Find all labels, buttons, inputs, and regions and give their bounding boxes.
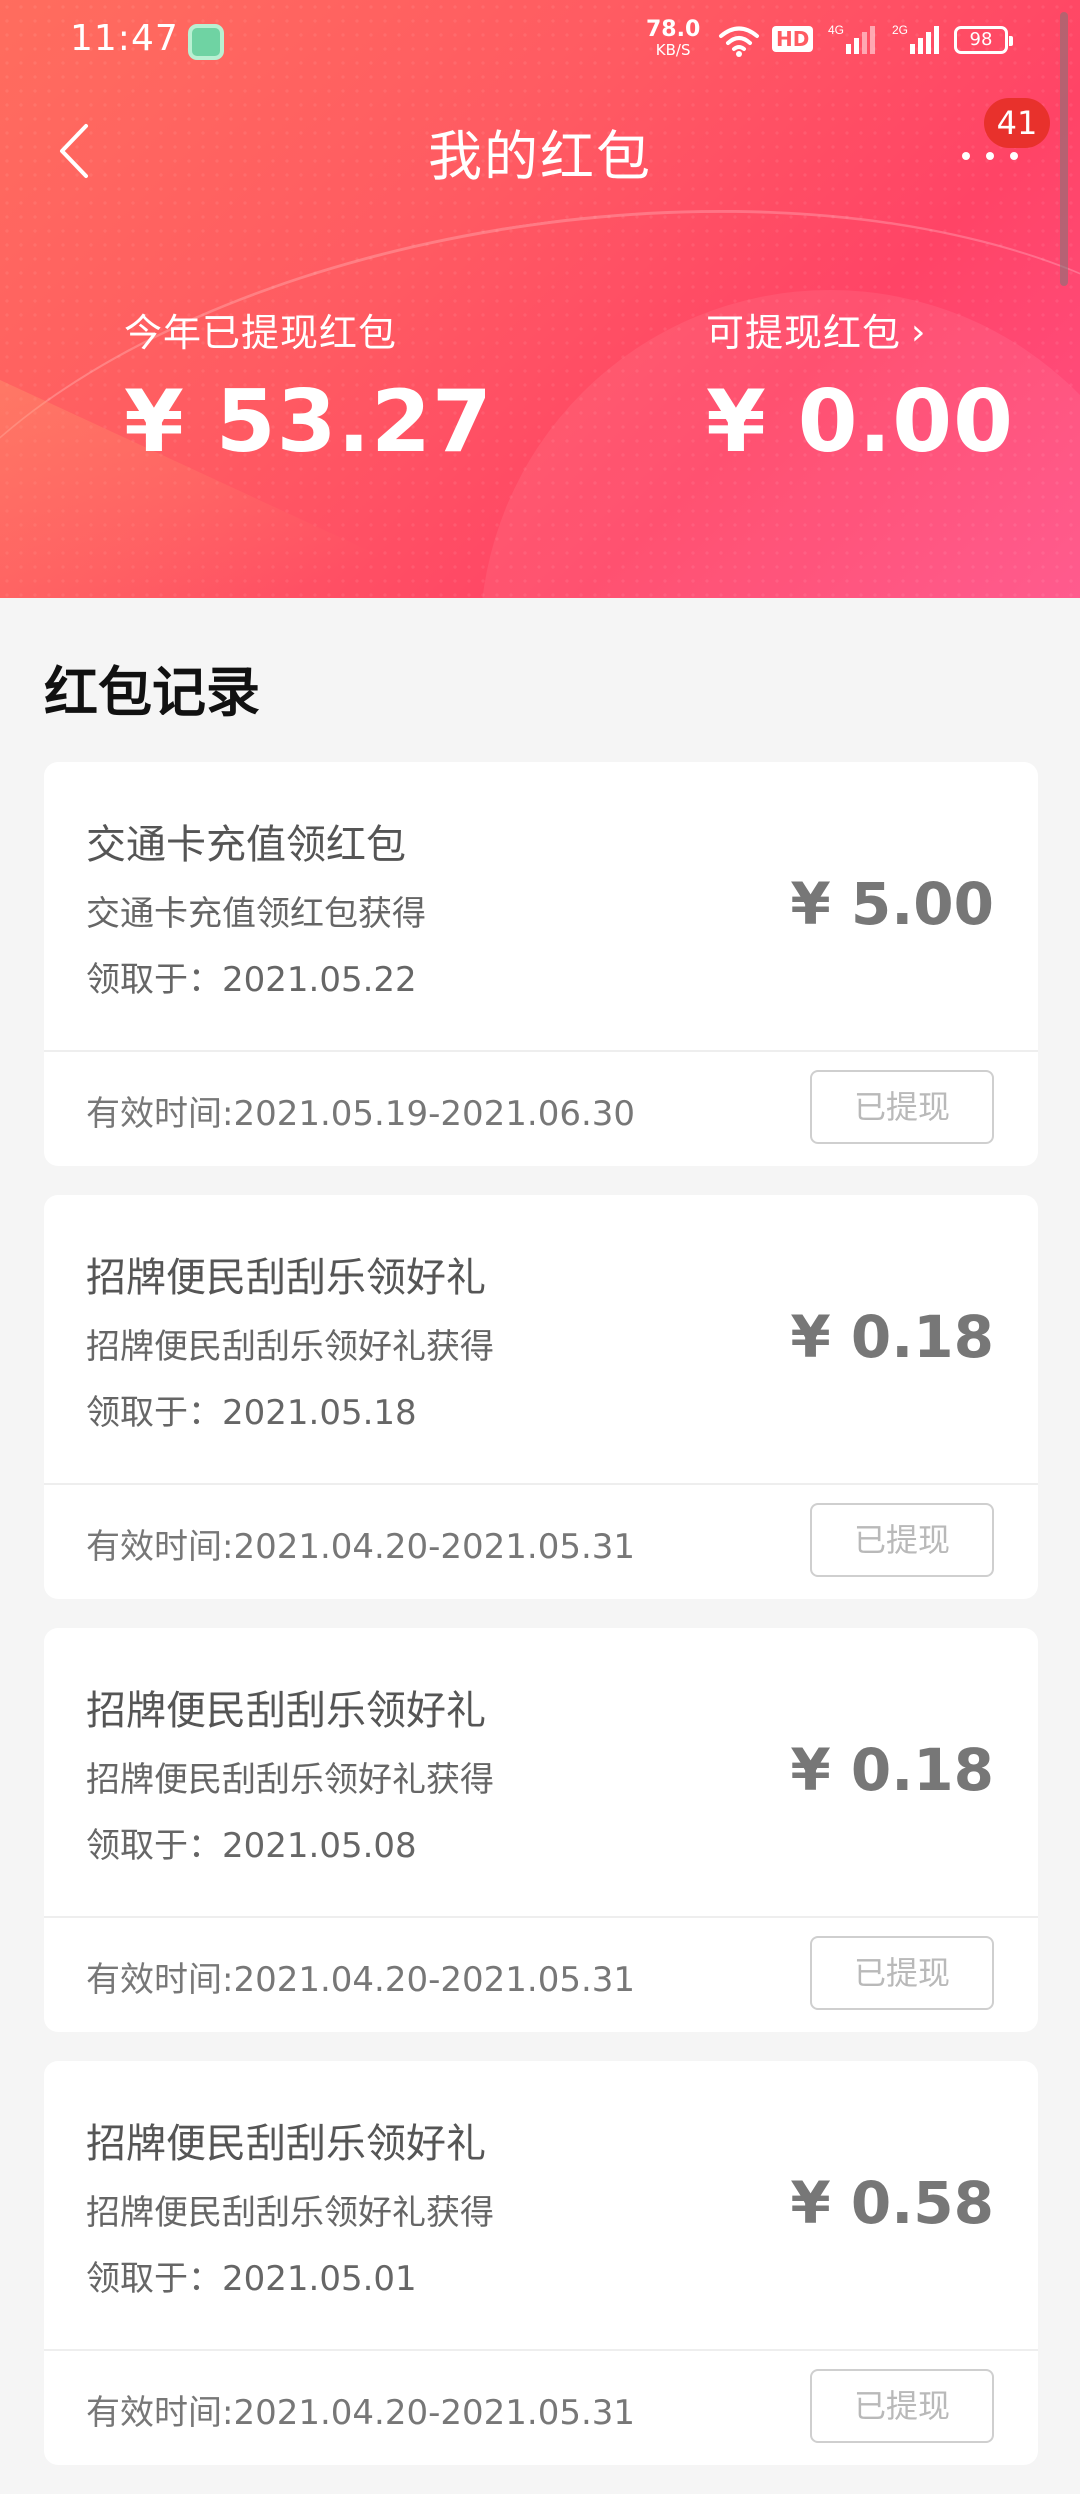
notification-badge: 41 — [984, 98, 1050, 148]
divider — [44, 1483, 1038, 1485]
record-date: 领取于：2021.05.08 — [86, 1826, 417, 1866]
available-label: 可提现红包 — [706, 311, 902, 355]
app-notification-icon — [188, 24, 224, 60]
withdrawn-button[interactable]: 已提现 — [810, 1070, 994, 1144]
record-card[interactable]: 招牌便民刮刮乐领好礼 招牌便民刮刮乐领好礼获得 领取于：2021.05.01 ¥… — [44, 2061, 1038, 2465]
available-value: ¥ 0.00 — [706, 372, 1014, 472]
net-speed: 78.0 KB/S — [646, 17, 701, 60]
divider — [44, 1050, 1038, 1052]
signal-4g-icon: 4G — [828, 22, 876, 62]
net-speed-value: 78.0 — [646, 17, 701, 42]
withdrawn-button[interactable]: 已提现 — [810, 1503, 994, 1577]
record-title: 招牌便民刮刮乐领好礼 — [86, 1255, 486, 1301]
page-title: 我的红包 — [428, 125, 652, 188]
withdrawn-label: 今年已提现红包 — [124, 311, 398, 355]
section-title: 红包记录 — [44, 661, 260, 724]
record-valid-period: 有效时间:2021.04.20-2021.05.31 — [86, 2393, 636, 2433]
record-subtitle: 招牌便民刮刮乐领好礼获得 — [86, 1760, 494, 1800]
record-card[interactable]: 交通卡充值领红包 交通卡充值领红包获得 领取于：2021.05.22 ¥ 5.0… — [44, 762, 1038, 1166]
divider — [44, 2349, 1038, 2351]
record-title: 招牌便民刮刮乐领好礼 — [86, 1688, 486, 1734]
signal-4g-label: 4G — [828, 23, 844, 37]
record-amount: ¥ 5.00 — [790, 870, 994, 938]
chevron-right-icon: › — [911, 312, 927, 353]
wifi-icon — [719, 26, 759, 57]
record-valid-period: 有效时间:2021.05.19-2021.06.30 — [86, 1094, 636, 1134]
signal-2g-label: 2G — [892, 23, 908, 37]
record-valid-period: 有效时间:2021.04.20-2021.05.31 — [86, 1527, 636, 1567]
record-date: 领取于：2021.05.22 — [86, 960, 417, 1000]
record-card[interactable]: 招牌便民刮刮乐领好礼 招牌便民刮刮乐领好礼获得 领取于：2021.05.08 ¥… — [44, 1628, 1038, 2032]
record-title: 交通卡充值领红包 — [86, 822, 406, 868]
divider — [44, 1916, 1038, 1918]
withdrawn-button[interactable]: 已提现 — [810, 1936, 994, 2010]
signal-2g-icon: 2G — [892, 22, 940, 62]
record-list: 交通卡充值领红包 交通卡充值领红包获得 领取于：2021.05.22 ¥ 5.0… — [44, 762, 1038, 2494]
record-card[interactable]: 招牌便民刮刮乐领好礼 招牌便民刮刮乐领好礼获得 领取于：2021.05.18 ¥… — [44, 1195, 1038, 1599]
record-subtitle: 招牌便民刮刮乐领好礼获得 — [86, 1327, 494, 1367]
net-speed-unit: KB/S — [655, 41, 691, 59]
record-amount: ¥ 0.58 — [790, 2169, 994, 2237]
withdrawn-value: ¥ 53.27 — [124, 372, 493, 472]
available-link[interactable]: 可提现红包 › — [706, 302, 926, 357]
record-date: 领取于：2021.05.01 — [86, 2259, 417, 2299]
status-bar: 11:47 78.0 KB/S HD 4G 2G 98 — [0, 0, 1080, 80]
record-amount: ¥ 0.18 — [790, 1736, 994, 1804]
record-subtitle: 交通卡充值领红包获得 — [86, 894, 426, 934]
withdrawn-button[interactable]: 已提现 — [810, 2369, 994, 2443]
record-amount: ¥ 0.18 — [790, 1303, 994, 1371]
header-banner — [0, 0, 1080, 598]
record-valid-period: 有效时间:2021.04.20-2021.05.31 — [86, 1960, 636, 2000]
status-time: 11:47 — [70, 18, 179, 59]
record-date: 领取于：2021.05.18 — [86, 1393, 417, 1433]
battery-icon: 98 — [954, 26, 1013, 54]
record-title: 招牌便民刮刮乐领好礼 — [86, 2121, 486, 2167]
hd-icon: HD — [772, 26, 814, 52]
record-subtitle: 招牌便民刮刮乐领好礼获得 — [86, 2193, 494, 2233]
